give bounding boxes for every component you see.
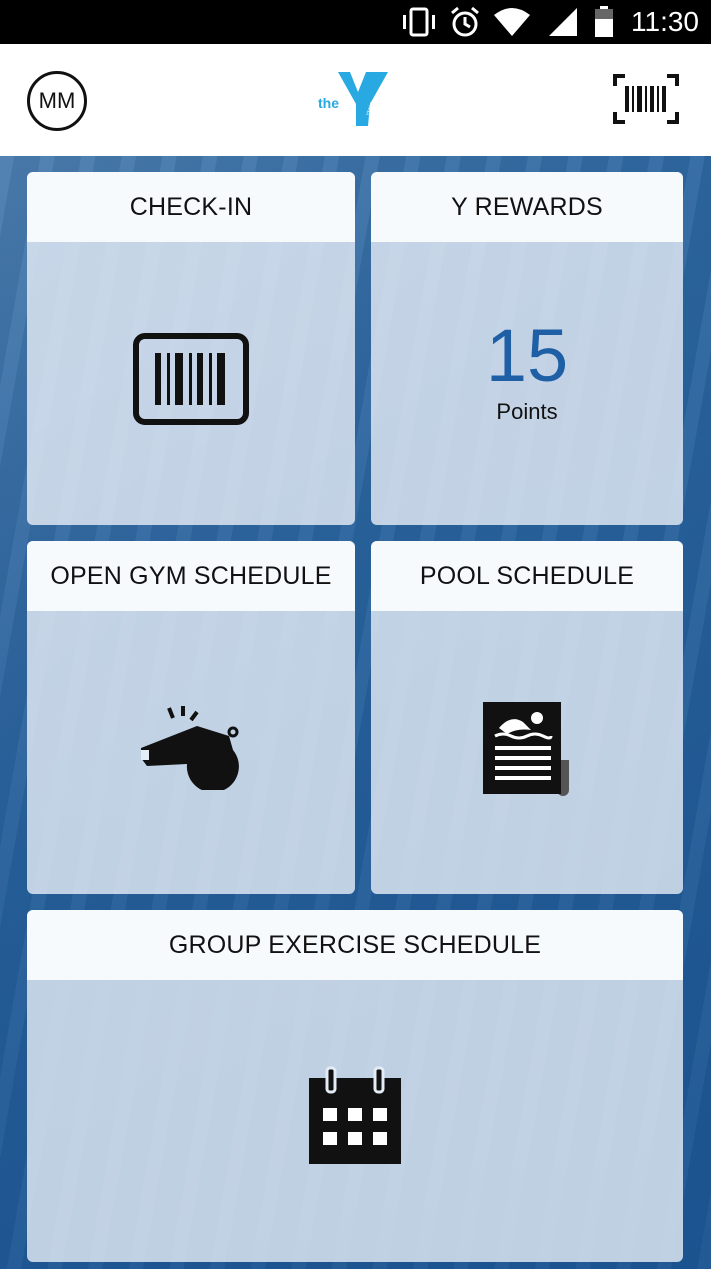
rewards-card[interactable]: Y REWARDS 15 Points (371, 172, 683, 525)
pool-schedule-title: POOL SCHEDULE (371, 541, 683, 611)
pool-schedule-card[interactable]: POOL SCHEDULE (371, 541, 683, 894)
pool-schedule-icon (483, 701, 569, 796)
checkin-card[interactable]: CHECK-IN (27, 172, 355, 525)
group-exercise-card[interactable]: GROUP EXERCISE SCHEDULE (27, 910, 683, 1262)
checkin-body (27, 242, 355, 525)
open-gym-card[interactable]: OPEN GYM SCHEDULE (27, 541, 355, 894)
app-header: MM the YMCA (0, 44, 711, 156)
avatar[interactable]: MM (27, 71, 87, 131)
barcode-scan-icon (613, 74, 679, 124)
checkin-title: CHECK-IN (27, 172, 355, 242)
avatar-initials: MM (38, 88, 76, 113)
calendar-icon (309, 1066, 401, 1164)
rewards-title: Y REWARDS (371, 172, 683, 242)
points-value: 15 (485, 313, 569, 397)
open-gym-title: OPEN GYM SCHEDULE (27, 541, 355, 611)
vibrate-icon (400, 6, 438, 38)
whistle-icon (141, 705, 239, 790)
status-time: 11:30 (631, 6, 699, 37)
alarm-icon (448, 6, 482, 38)
ymca-logo: the YMCA (312, 70, 396, 130)
points-label: Points (496, 398, 558, 424)
barcode-icon (133, 332, 249, 425)
pool-schedule-body (371, 611, 683, 894)
open-gym-body (27, 611, 355, 894)
barcode-scan-button[interactable] (613, 74, 679, 124)
rewards-body: 15 Points (371, 242, 683, 525)
group-exercise-title: GROUP EXERCISE SCHEDULE (27, 910, 683, 980)
battery-icon (592, 6, 616, 38)
status-bar: 11:30 (0, 0, 711, 44)
logo-the-text: the (318, 95, 339, 111)
signal-icon (546, 6, 580, 38)
wifi-icon (492, 6, 532, 38)
group-exercise-body (27, 980, 683, 1262)
